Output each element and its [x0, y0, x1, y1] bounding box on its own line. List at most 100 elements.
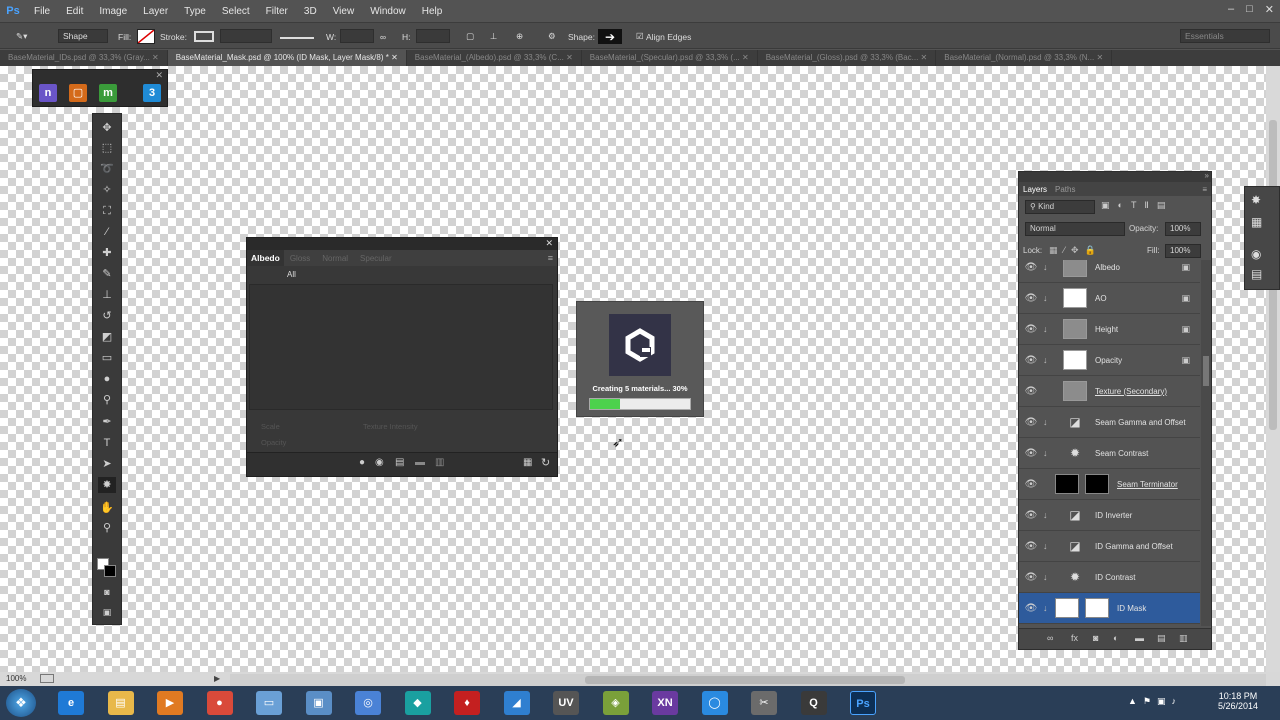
- adjustments-icon[interactable]: ✸: [1251, 193, 1261, 207]
- tool-mode-select[interactable]: Shape: [58, 29, 108, 43]
- panel-menu-icon[interactable]: ≡: [548, 253, 553, 263]
- stroke-swatch[interactable]: [194, 31, 214, 42]
- taskbar-tool-icon[interactable]: ✂: [751, 691, 777, 715]
- taskbar-uv-icon[interactable]: UV: [553, 691, 579, 715]
- eye-icon[interactable]: 👁: [1019, 479, 1043, 490]
- taskbar-media-icon[interactable]: ▶: [157, 691, 183, 715]
- history-icon[interactable]: ◉: [1251, 247, 1261, 261]
- marquee-tool-icon[interactable]: ⬚: [98, 140, 116, 156]
- eyedropper-tool-icon[interactable]: ⁄: [98, 224, 116, 240]
- ndo-plugin-icon[interactable]: n: [39, 84, 57, 102]
- new-group-icon[interactable]: ▬: [1135, 633, 1144, 643]
- menu-layer[interactable]: Layer: [135, 6, 176, 17]
- taskbar-photoshop-icon[interactable]: Ps: [850, 691, 876, 715]
- adjustment-layer-icon[interactable]: ◐: [1113, 633, 1118, 643]
- layer-row[interactable]: 👁 ↓ Height ▣: [1019, 314, 1200, 345]
- menu-select[interactable]: Select: [214, 6, 258, 17]
- flat-preview-icon[interactable]: ◉: [375, 457, 384, 468]
- path-align-icon[interactable]: ⊥: [490, 29, 497, 44]
- layer-row[interactable]: 👁 ↓ Opacity ▣: [1019, 345, 1200, 376]
- menu-file[interactable]: File: [26, 6, 58, 17]
- close-tab-icon[interactable]: ✕: [564, 53, 573, 62]
- add-mask-icon[interactable]: ◙: [1093, 633, 1098, 643]
- taskbar-quixel-icon[interactable]: Q: [800, 691, 827, 715]
- pen-tool-icon[interactable]: ✒: [98, 414, 116, 430]
- tab-albedo[interactable]: Albedo: [247, 250, 284, 266]
- taskbar-fire-icon[interactable]: ♦: [454, 691, 480, 715]
- quick-mask-icon[interactable]: ◙: [98, 584, 116, 600]
- type-tool-icon[interactable]: T: [98, 435, 116, 451]
- height-field[interactable]: [416, 29, 450, 43]
- layer-row[interactable]: 👁 ↓ Albedo ▣: [1019, 260, 1200, 283]
- shape-picker-arrow-icon[interactable]: ➔: [598, 29, 622, 44]
- new-material-icon[interactable]: ▤: [395, 457, 404, 468]
- tab-paths[interactable]: Paths: [1051, 185, 1079, 194]
- ddo-plugin-icon[interactable]: ▢: [69, 84, 87, 102]
- tray-icons[interactable]: ▲⚑▣♪: [1128, 696, 1182, 707]
- crop-tool-icon[interactable]: ⛶: [98, 203, 116, 219]
- gradient-tool-icon[interactable]: ▭: [98, 350, 116, 366]
- eye-icon[interactable]: 👁: [1019, 572, 1043, 583]
- layer-row[interactable]: 👁 Texture (Secondary): [1019, 376, 1200, 407]
- taskbar-circle-icon[interactable]: ◯: [701, 691, 728, 715]
- close-icon[interactable]: ✕: [155, 70, 163, 81]
- layer-row[interactable]: 👁 ↓ ◪ ID Gamma and Offset: [1019, 531, 1200, 562]
- system-clock[interactable]: 10:18 PM 5/26/2014: [1206, 691, 1270, 711]
- eye-icon[interactable]: 👁: [1019, 355, 1043, 366]
- stroke-width-field[interactable]: [220, 29, 272, 43]
- layer-row[interactable]: 👁 ↓ ✹ ID Contrast: [1019, 562, 1200, 593]
- healing-brush-tool-icon[interactable]: ✚: [98, 245, 116, 261]
- fill-swatch[interactable]: [137, 29, 155, 44]
- taskbar-app-teal-icon[interactable]: ◆: [404, 691, 431, 715]
- fx-icon[interactable]: fx: [1071, 633, 1078, 643]
- taskbar-ie-icon[interactable]: e: [58, 691, 84, 715]
- layer-row[interactable]: 👁 ↓ ◪ Seam Gamma and Offset: [1019, 407, 1200, 438]
- eye-icon[interactable]: 👁: [1019, 448, 1043, 459]
- sphere-preview-icon[interactable]: ●: [359, 457, 365, 468]
- filter-type-icons[interactable]: ▣◐TⅡ▤: [1101, 200, 1173, 211]
- menu-3d[interactable]: 3D: [296, 6, 325, 17]
- lasso-tool-icon[interactable]: ➰: [98, 161, 116, 177]
- layers-scrollbar[interactable]: [1201, 260, 1211, 626]
- doc-info-icon[interactable]: [40, 674, 54, 683]
- gear-icon[interactable]: ⚙: [548, 29, 556, 44]
- delete-layer-icon[interactable]: ▥: [1179, 633, 1188, 644]
- eye-icon[interactable]: 👁: [1019, 417, 1043, 428]
- zoom-tool-icon[interactable]: ⚲: [98, 520, 116, 536]
- taskbar-explorer-icon[interactable]: ▤: [107, 691, 134, 715]
- save-icon[interactable]: ▦: [523, 457, 532, 468]
- brush-tool-icon[interactable]: ✎: [98, 266, 116, 282]
- eye-icon[interactable]: 👁: [1019, 262, 1043, 273]
- close-tab-icon[interactable]: ✕: [389, 53, 398, 62]
- folder-icon[interactable]: ▬: [415, 457, 425, 468]
- tab-normal[interactable]: Normal: [316, 254, 354, 263]
- quick-select-tool-icon[interactable]: ✧: [98, 182, 116, 198]
- close-button[interactable]: ✕: [1265, 3, 1274, 16]
- refresh-icon[interactable]: ↻: [541, 456, 550, 469]
- taskbar-chrome-icon[interactable]: ●: [206, 691, 233, 715]
- close-tab-icon[interactable]: ✕: [1094, 53, 1103, 62]
- move-tool-icon[interactable]: ✥: [98, 120, 116, 136]
- document-tab[interactable]: BaseMaterial_(Specular).psd @ 33,3% (...…: [582, 50, 758, 66]
- taskbar-window-icon[interactable]: ▣: [305, 691, 332, 715]
- link-layers-icon[interactable]: ∞: [1047, 633, 1053, 643]
- horizontal-scrollbar[interactable]: [230, 674, 1266, 686]
- minimize-button[interactable]: –: [1228, 3, 1234, 16]
- close-tab-icon[interactable]: ✕: [150, 53, 159, 62]
- 3do-plugin-icon[interactable]: 3: [143, 84, 161, 102]
- layer-row[interactable]: 👁 ↓ AO ▣: [1019, 283, 1200, 314]
- path-select-tool-icon[interactable]: ➤: [98, 456, 116, 472]
- collapse-icon[interactable]: »: [1205, 171, 1209, 180]
- clone-stamp-tool-icon[interactable]: ⊥: [98, 287, 116, 303]
- custom-shape-tool-icon[interactable]: ✸: [98, 477, 116, 493]
- taskbar-globe-icon[interactable]: ◎: [355, 691, 381, 715]
- stroke-type-select[interactable]: [280, 37, 314, 39]
- taskbar-green-icon[interactable]: ◈: [602, 691, 629, 715]
- eye-icon[interactable]: 👁: [1019, 293, 1043, 304]
- menu-edit[interactable]: Edit: [58, 6, 91, 17]
- eye-icon[interactable]: 👁: [1019, 386, 1043, 397]
- layer-row[interactable]: 👁 ↓ ID Mask: [1019, 593, 1200, 624]
- hand-tool-icon[interactable]: ✋: [98, 500, 116, 516]
- close-icon[interactable]: ✕: [545, 238, 553, 249]
- eye-icon[interactable]: 👁: [1019, 324, 1043, 335]
